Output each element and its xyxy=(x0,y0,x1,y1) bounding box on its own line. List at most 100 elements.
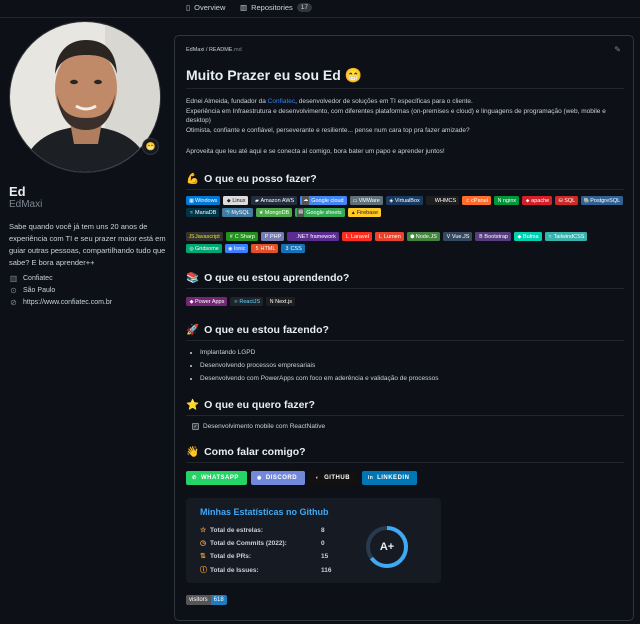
contact-badges: ✆ WHATSAPP ◉ DISCORD ◐ GITHUB in LINKEDIN xyxy=(186,471,626,485)
badge-mariadb[interactable]: ≈ MariaDB xyxy=(186,208,220,217)
breadcrumb-user[interactable]: EdMaxi xyxy=(186,47,204,53)
badge-javascript[interactable]: JS Javascript xyxy=(186,232,223,241)
badge-logo-icon: ≈ xyxy=(190,209,193,216)
badge-logo-icon: in xyxy=(367,475,374,481)
badge-logo-icon: ▦ xyxy=(189,197,194,204)
profile-website[interactable]: ⊘ https://www.confiatec.com.br xyxy=(9,298,112,307)
intro-text-2: Experiência em Infraestrutura e desenvol… xyxy=(186,107,606,125)
badge-php[interactable]: P PHP xyxy=(260,232,285,241)
badge-google-sheets[interactable]: ▤ Google sheets xyxy=(295,208,345,217)
badge-google-cloud[interactable]: ☁ Google cloud xyxy=(300,196,347,205)
badge-windows[interactable]: ▦ Windows xyxy=(186,196,221,205)
badge-vmware[interactable]: ▭ VMWare xyxy=(349,196,383,205)
visitors-label: visitors xyxy=(186,595,211,605)
heading-can-do: 💪 O que eu posso fazer? xyxy=(186,172,317,186)
divider xyxy=(186,189,624,190)
tab-overview[interactable]: ▯ Overview xyxy=(186,3,225,12)
badge-logo-icon: ◆ xyxy=(189,298,194,305)
stat-value: 0 xyxy=(321,539,325,547)
badge-mongodb[interactable]: ❦ MongoDB xyxy=(255,208,293,217)
grade-text: A+ xyxy=(379,541,395,553)
status-emoji-button[interactable]: 😁 xyxy=(142,138,159,155)
badge-label: LINKEDIN xyxy=(377,475,410,481)
badge-logo-icon: B xyxy=(479,233,483,240)
badge-linkedin[interactable]: in LINKEDIN xyxy=(362,471,418,485)
tab-overview-label: Overview xyxy=(194,3,226,12)
badge-vue-js[interactable]: V Vue.JS xyxy=(442,232,473,241)
badge-logo-icon: ◉ xyxy=(256,475,262,481)
badge-html[interactable]: 5 HTML xyxy=(251,244,279,253)
badge-lumen[interactable]: L Lumen xyxy=(374,232,404,241)
badge-mysql[interactable]: 🐬 MySQL xyxy=(222,208,253,217)
badge-discord[interactable]: ◉ DISCORD xyxy=(250,471,306,485)
badge-logo-icon: 5 xyxy=(255,245,259,252)
doing-list: Implantando LGPD Desenvolvendo processos… xyxy=(200,346,438,385)
badge-power-apps[interactable]: ◆ Power Apps xyxy=(186,297,228,306)
badge-label: Lumen xyxy=(383,233,401,240)
badge-whatsapp[interactable]: ✆ WHATSAPP xyxy=(186,471,247,485)
badge-label: Google cloud xyxy=(309,197,347,204)
badge-logo-icon: JS xyxy=(188,233,195,240)
badge-linux[interactable]: ◆ Linux xyxy=(223,196,249,205)
badge-label: Power Apps xyxy=(195,298,225,305)
link-icon: ⊘ xyxy=(10,298,17,307)
heading-doing: 🚀 O que eu estou fazendo? xyxy=(186,323,329,337)
heading-want: ⭐ O que eu quero fazer? xyxy=(186,398,315,412)
badge-ionic[interactable]: ◉ Ionic xyxy=(224,244,249,253)
badge-css[interactable]: 3 CSS xyxy=(281,244,305,253)
badge-laravel[interactable]: L Laravel xyxy=(341,232,372,241)
visitors-badge: visitors 618 xyxy=(186,595,227,605)
rocket-icon: 🚀 xyxy=(186,324,200,336)
title-divider xyxy=(186,88,624,89)
checkbox[interactable]: ✓ xyxy=(192,423,199,430)
badge-github[interactable]: ◐ GITHUB xyxy=(309,471,359,485)
badge-virtualbox[interactable]: ◈ VirtualBox xyxy=(385,196,423,205)
badge-bulma[interactable]: ◆ Bulma xyxy=(513,232,542,241)
badge-sql[interactable]: ⛁ SQL xyxy=(555,196,579,205)
badge-label: Amazon AWS xyxy=(260,197,295,204)
badge-label: PostgreSQL xyxy=(590,197,621,204)
stat-icon: ◷ xyxy=(200,540,207,547)
badge-label: HTML xyxy=(260,245,276,252)
muscle-icon: 💪 xyxy=(186,173,200,185)
confiatec-link[interactable]: Confiatec xyxy=(268,98,295,105)
badge-logo-icon: ◆ xyxy=(517,233,522,240)
badge-net-framework[interactable]: .NET framework xyxy=(287,232,339,241)
badge-logo-icon: ⚛ xyxy=(233,298,239,305)
badge-bootstrap[interactable]: B Bootstrap xyxy=(475,232,511,241)
readme-panel: EdMaxi / README.md ✎ Muito Prazer eu sou… xyxy=(174,35,634,621)
badge-label: apache xyxy=(531,197,550,204)
badge-postgresql[interactable]: 🐘 PostgreSQL xyxy=(581,196,624,205)
badge-whmcs[interactable]: WHMCS xyxy=(425,196,460,205)
badge-c-sharp[interactable]: # C Sharp xyxy=(225,232,258,241)
badge-label: cPanel xyxy=(471,197,488,204)
badge-nginx[interactable]: Nnginx xyxy=(494,196,520,205)
badge-label: Vue.JS xyxy=(451,233,470,240)
badge-label: Bulma xyxy=(522,233,539,240)
profile-location: ⊙ São Paulo xyxy=(9,286,55,295)
badge-amazon-aws[interactable]: ▰ Amazon AWS xyxy=(251,196,298,205)
badge-tailwindcss[interactable]: ≈ TailwindCSS xyxy=(544,232,588,241)
badge-label: VMWare xyxy=(358,197,380,204)
stats-row: ⓘ Total de Issues: 116 xyxy=(200,565,332,575)
badge-gridsome[interactable]: ◎ Gridsome xyxy=(186,244,222,253)
avatar[interactable] xyxy=(9,21,161,173)
books-icon: 📚 xyxy=(186,272,200,284)
badge-apache[interactable]: ⬥ apache xyxy=(522,196,553,205)
intro-text-a: Ednei Almeida, fundador da xyxy=(186,98,268,105)
badge-label: MySQL xyxy=(231,209,250,216)
badge-label: Firebase xyxy=(356,209,379,216)
pencil-icon[interactable]: ✎ xyxy=(614,45,621,54)
badge-label: ReactJS xyxy=(239,298,261,305)
badge-cpanel[interactable]: c cPanel xyxy=(462,196,491,205)
badge-node-js[interactable]: ⬢ Node.JS xyxy=(406,232,440,241)
tab-repositories[interactable]: ▥ Repositories 17 xyxy=(240,3,313,12)
badge-logo-icon: P xyxy=(264,233,269,240)
badge-firebase[interactable]: ▲ Firebase xyxy=(347,208,382,217)
heading-learning-text: O que eu estou aprendendo? xyxy=(204,271,350,284)
website-link[interactable]: https://www.confiatec.com.br xyxy=(23,299,112,306)
badge-reactjs[interactable]: ⚛ ReactJS xyxy=(230,297,264,306)
stat-icon: ⓘ xyxy=(200,567,207,574)
badge-label: SQL xyxy=(564,197,576,204)
badge-next-js[interactable]: N Next.js xyxy=(266,297,295,306)
